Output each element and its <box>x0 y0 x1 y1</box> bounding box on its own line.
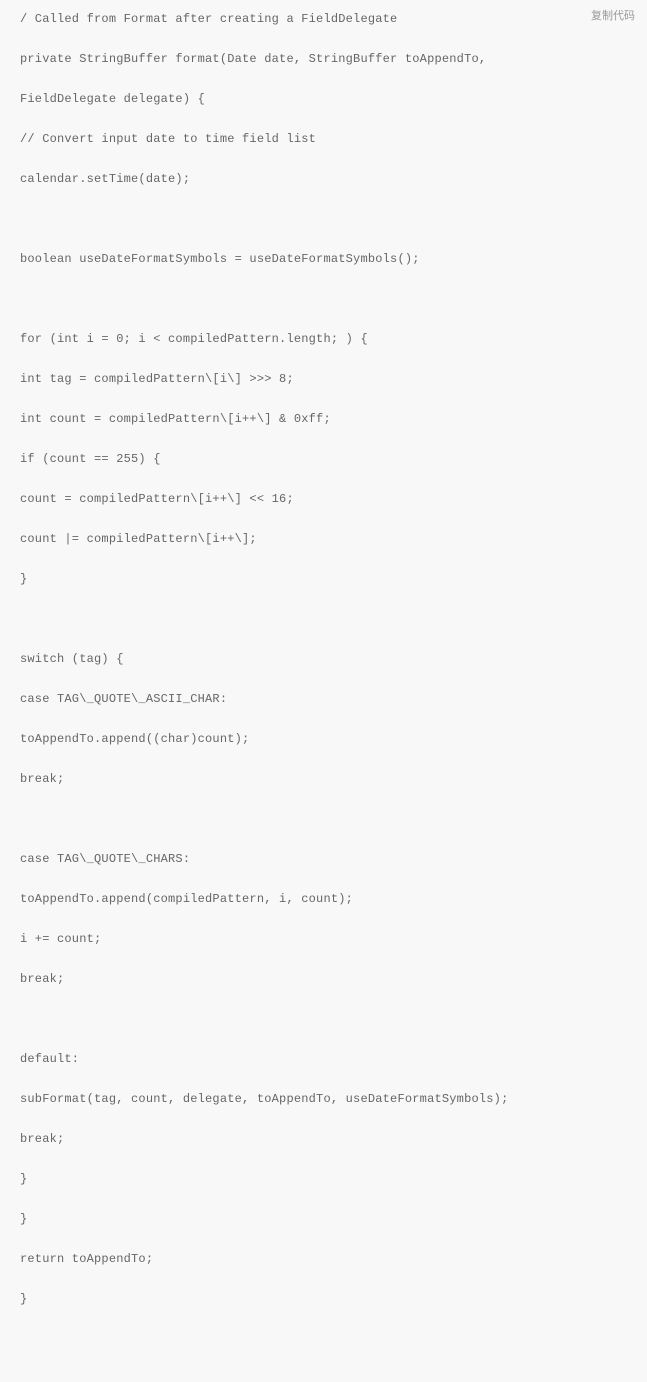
code-line: toAppendTo.append((char)count); <box>20 730 627 748</box>
code-line: switch (tag) { <box>20 650 627 668</box>
code-line: } <box>20 570 627 588</box>
code-line: calendar.setTime(date); <box>20 170 627 188</box>
code-line: subFormat(tag, count, delegate, toAppend… <box>20 1090 627 1108</box>
blank-line <box>20 290 627 308</box>
code-line: i += count; <box>20 930 627 948</box>
code-line: return toAppendTo; <box>20 1250 627 1268</box>
code-line: } <box>20 1290 627 1308</box>
code-line: case TAG\_QUOTE\_CHARS: <box>20 850 627 868</box>
code-line: FieldDelegate delegate) { <box>20 90 627 108</box>
code-line: default: <box>20 1050 627 1068</box>
code-line: int tag = compiledPattern\[i\] >>> 8; <box>20 370 627 388</box>
blank-line <box>20 810 627 828</box>
code-line: } <box>20 1170 627 1188</box>
code-line: count |= compiledPattern\[i++\]; <box>20 530 627 548</box>
blank-line <box>20 610 627 628</box>
code-line: break; <box>20 1130 627 1148</box>
code-line: boolean useDateFormatSymbols = useDateFo… <box>20 250 627 268</box>
code-line: private StringBuffer format(Date date, S… <box>20 50 627 68</box>
code-line: } <box>20 1210 627 1228</box>
code-line: if (count == 255) { <box>20 450 627 468</box>
code-line: int count = compiledPattern\[i++\] & 0xf… <box>20 410 627 428</box>
code-block: / Called from Format after creating a Fi… <box>0 0 647 1328</box>
code-line: break; <box>20 970 627 988</box>
blank-line <box>20 1010 627 1028</box>
code-line: / Called from Format after creating a Fi… <box>20 10 627 28</box>
code-line: case TAG\_QUOTE\_ASCII_CHAR: <box>20 690 627 708</box>
code-line: for (int i = 0; i < compiledPattern.leng… <box>20 330 627 348</box>
code-line: toAppendTo.append(compiledPattern, i, co… <box>20 890 627 908</box>
code-line: count = compiledPattern\[i++\] << 16; <box>20 490 627 508</box>
blank-line <box>20 210 627 228</box>
code-line: break; <box>20 770 627 788</box>
copy-code-button[interactable]: 复制代码 <box>587 5 639 25</box>
code-line: // Convert input date to time field list <box>20 130 627 148</box>
